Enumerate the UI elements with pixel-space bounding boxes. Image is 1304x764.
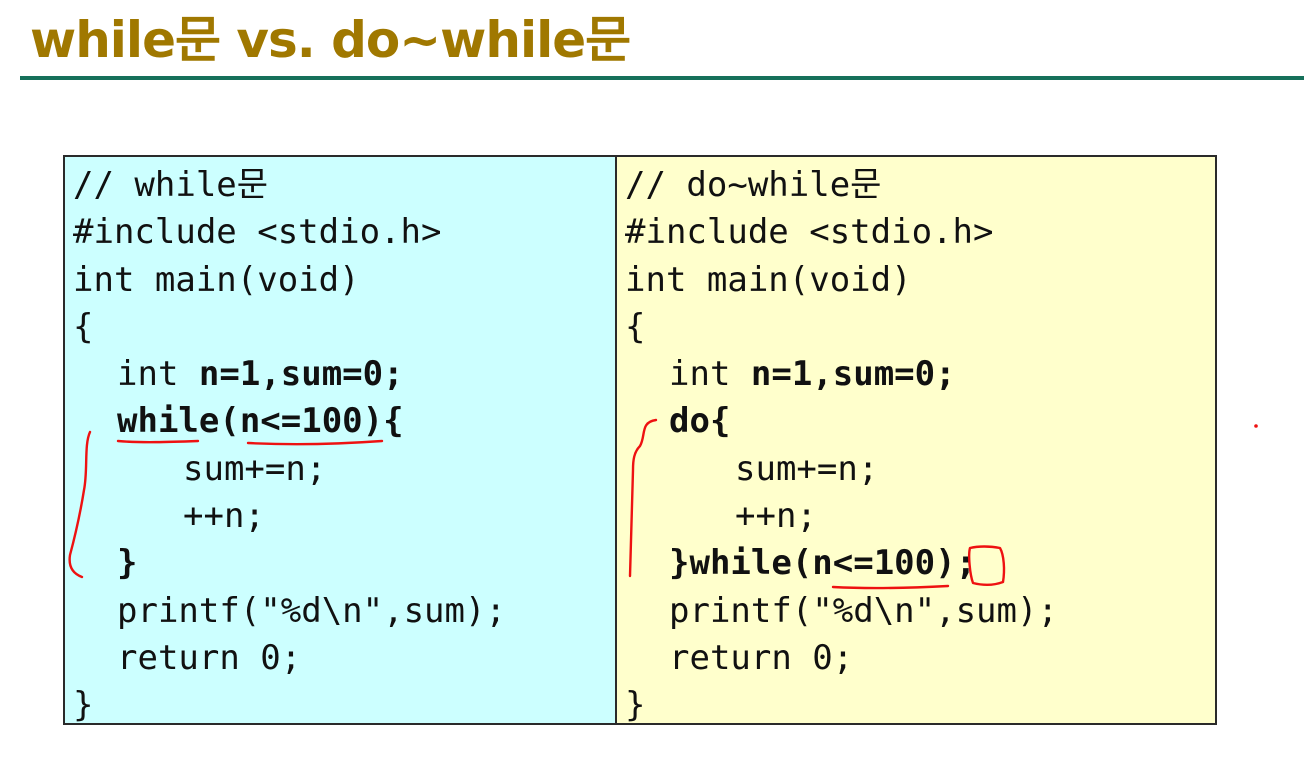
code-token: n=1,sum=0;: [198, 354, 404, 395]
while-code-panel: // while문 #include <stdio.h> int main(void…: [65, 157, 617, 723]
code-line: }: [625, 685, 646, 723]
code-line: {: [625, 306, 646, 347]
code-line: #include <stdio.h>: [625, 212, 994, 253]
code-line: return 0;: [117, 637, 302, 678]
code-line: }: [73, 685, 94, 723]
code-line: {: [73, 306, 94, 347]
code-line: return 0;: [669, 637, 854, 678]
code-line: int main(void): [73, 259, 360, 300]
do-while-code-panel: // do~while문 #include <stdio.h> int main(v…: [617, 157, 1215, 723]
code-line: }while(n<=100);: [669, 543, 977, 584]
code-line: do{: [669, 401, 731, 442]
code-line: ++n;: [735, 496, 817, 537]
stray-pen-dot: [1254, 424, 1258, 428]
code-line: while(n<=100){: [117, 401, 404, 442]
code-line: int n=1,sum=0;: [625, 351, 1215, 398]
code-line: // while문: [73, 165, 269, 205]
code-line: sum+=n;: [735, 448, 879, 489]
code-line: sum+=n;: [183, 448, 327, 489]
code-token: int: [117, 354, 199, 395]
code-token: int: [669, 354, 751, 395]
code-line: }: [117, 543, 138, 584]
code-line: printf("%d\n",sum);: [669, 590, 1058, 631]
code-line: printf("%d\n",sum);: [117, 590, 506, 631]
code-line: int n=1,sum=0;: [73, 351, 615, 398]
code-line: ++n;: [183, 496, 265, 537]
title-divider: [20, 76, 1304, 80]
code-line: int main(void): [625, 259, 912, 300]
code-line: #include <stdio.h>: [73, 212, 442, 253]
code-line: // do~while문: [625, 165, 882, 205]
slide-title: while문 vs. do~while문: [30, 11, 631, 69]
code-comparison-table: // while문 #include <stdio.h> int main(void…: [63, 155, 1217, 725]
code-token: n=1,sum=0;: [750, 354, 956, 395]
